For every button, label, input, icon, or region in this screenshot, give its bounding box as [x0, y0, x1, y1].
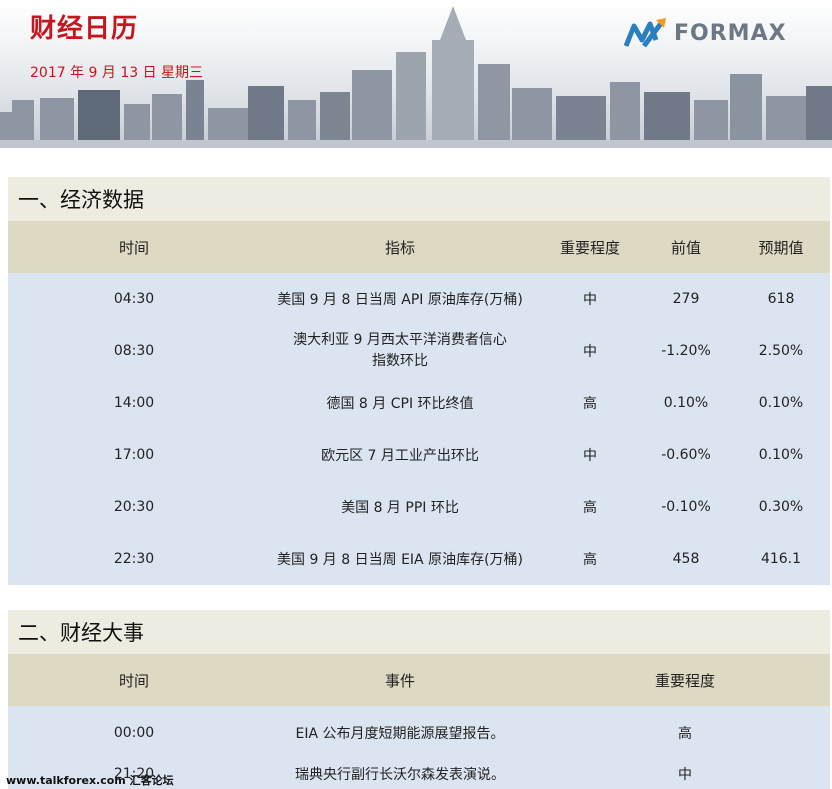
- col-indicator-header: 指标: [384, 238, 415, 257]
- row-importance: 中: [583, 292, 597, 308]
- col-importance-header: 重要程度: [654, 671, 715, 690]
- row-time: 17:00: [113, 447, 155, 463]
- table-row: 17:00 欧元区 7 月工业产出环比 中 -0.60% 0.10%: [8, 429, 830, 481]
- col-time-header: 时间: [118, 671, 149, 690]
- row-previous: -0.10%: [661, 499, 711, 515]
- row-importance: 中: [583, 448, 597, 464]
- row-forecast: 2.50%: [758, 343, 804, 359]
- row-forecast: 0.10%: [758, 447, 804, 463]
- row-previous: 458: [672, 551, 700, 567]
- table-row: 22:30 美国 9 月 8 日当周 EIA 原油库存(万桶) 高 458 41…: [8, 533, 830, 585]
- economic-data-body: 04:30 美国 9 月 8 日当周 API 原油库存(万桶) 中 279 61…: [8, 273, 830, 585]
- formax-logo: FORMAX: [622, 16, 787, 50]
- row-previous: -0.60%: [661, 447, 711, 463]
- row-forecast: 0.10%: [758, 395, 804, 411]
- col-forecast-header: 预期值: [758, 238, 804, 257]
- economic-data-header-row: 时间 指标 重要程度 前值 预期值: [8, 221, 830, 273]
- row-forecast: 618: [767, 291, 795, 307]
- row-indicator: 美国 9 月 8 日当周 API 原油库存(万桶): [277, 292, 523, 308]
- table-row: 14:00 德国 8 月 CPI 环比终值 高 0.10% 0.10%: [8, 377, 830, 429]
- row-previous: -1.20%: [661, 343, 711, 359]
- row-time: 00:00: [113, 725, 155, 741]
- row-indicator: 德国 8 月 CPI 环比终值: [326, 396, 474, 412]
- table-row: 08:30 澳大利亚 9 月西太平洋消费者信心指数环比 中 -1.20% 2.5…: [8, 325, 830, 377]
- col-previous-header: 前值: [670, 238, 701, 257]
- events-header-row: 时间 事件 重要程度: [8, 654, 830, 706]
- row-importance: 中: [678, 767, 692, 783]
- page-date: 2017 年 9 月 13 日 星期三: [30, 65, 204, 81]
- row-importance: 高: [583, 552, 597, 568]
- row-indicator: 美国 8 月 PPI 环比: [341, 500, 459, 516]
- table-row: 00:00 EIA 公布月度短期能源展望报告。 高: [8, 706, 830, 754]
- table-row: 20:30 美国 8 月 PPI 环比 高 -0.10% 0.30%: [8, 481, 830, 533]
- row-forecast: 0.30%: [758, 499, 804, 515]
- row-time: 04:30: [113, 291, 155, 307]
- col-importance-header: 重要程度: [559, 238, 620, 257]
- row-importance: 高: [583, 500, 597, 516]
- col-event-header: 事件: [384, 671, 415, 690]
- row-event: 瑞典央行副行长沃尔森发表演说。: [295, 767, 505, 783]
- page-title: 财经日历: [30, 14, 139, 44]
- economic-data-heading: 一、经济数据: [8, 177, 830, 221]
- row-time: 22:30: [113, 551, 155, 567]
- row-indicator: 欧元区 7 月工业产出环比: [321, 448, 479, 464]
- header-banner: 财经日历 2017 年 9 月 13 日 星期三 FORMAX: [0, 0, 832, 148]
- row-importance: 高: [583, 396, 597, 412]
- row-previous: 279: [672, 291, 700, 307]
- table-row: 04:30 美国 9 月 8 日当周 API 原油库存(万桶) 中 279 61…: [8, 273, 830, 325]
- row-forecast: 416.1: [760, 551, 802, 567]
- row-time: 14:00: [113, 395, 155, 411]
- logo-text: FORMAX: [674, 20, 787, 46]
- events-section: 二、财经大事 时间 事件 重要程度 00:00 EIA 公布月度短期能源展望报告…: [8, 610, 830, 789]
- economic-data-section: 一、经济数据 时间 指标 重要程度 前值 预期值 04:30 美国 9 月 8 …: [8, 177, 830, 585]
- events-heading: 二、财经大事: [8, 610, 830, 654]
- footer-watermark: www.talkforex.com 汇客论坛: [6, 774, 174, 787]
- row-time: 08:30: [113, 343, 155, 359]
- row-indicator: 美国 9 月 8 日当周 EIA 原油库存(万桶): [277, 552, 523, 568]
- row-event: EIA 公布月度短期能源展望报告。: [295, 726, 505, 742]
- formax-logo-icon: [623, 18, 666, 48]
- col-time-header: 时间: [118, 238, 149, 257]
- row-time: 20:30: [113, 499, 155, 515]
- row-importance: 中: [583, 344, 597, 360]
- row-previous: 0.10%: [663, 395, 709, 411]
- row-indicator: 澳大利亚 9 月西太平洋消费者信心指数环比: [293, 332, 507, 369]
- row-importance: 高: [678, 726, 692, 742]
